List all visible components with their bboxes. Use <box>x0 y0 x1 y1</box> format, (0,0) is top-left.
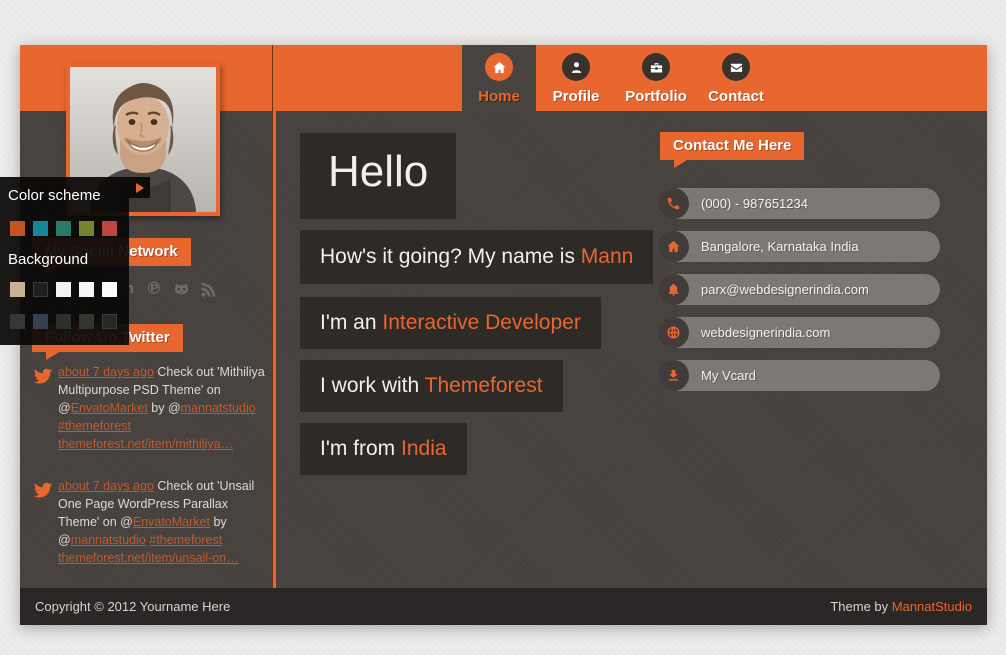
accent-text: Interactive Developer <box>382 311 580 334</box>
home-icon <box>658 231 689 262</box>
nav-item-label: Home <box>478 88 520 105</box>
hero-work: I work with Themeforest <box>300 360 563 412</box>
theme-by-text: Theme by <box>830 599 891 614</box>
tweet-item: about 7 days ago Check out 'Unsail One P… <box>32 477 280 567</box>
contact-item-text: Bangalore, Karnataka India <box>701 239 859 254</box>
background-swatch[interactable] <box>33 282 48 297</box>
contact-section-title: Contact Me Here <box>660 132 804 160</box>
contact-item-text: My Vcard <box>701 368 756 383</box>
contact-item-bell[interactable]: parx@webdesignerindia.com <box>658 274 940 305</box>
theme-author-link[interactable]: MannatStudio <box>892 599 972 614</box>
briefcase-icon <box>642 53 670 81</box>
nav-item-profile[interactable]: Profile <box>536 45 616 111</box>
hero-intro: How's it going? My name is Mann <box>300 230 653 284</box>
background-swatch[interactable] <box>79 282 94 297</box>
tweet-link[interactable]: #themeforest <box>58 419 131 433</box>
plain-text: I work with <box>320 374 425 397</box>
download-icon <box>658 360 689 391</box>
person-icon <box>562 53 590 81</box>
tweet-link[interactable]: about 7 days ago <box>58 479 154 493</box>
home-icon <box>485 53 513 81</box>
main-container: HomeProfilePortfolioContact My Social Ne… <box>20 45 987 625</box>
copyright-text: Copyright © 2012 Yourname Here <box>35 599 230 614</box>
color-scheme-panel: Color scheme Background <box>0 177 129 345</box>
tweet-text: about 7 days ago Check out 'Mithiliya Mu… <box>58 363 272 453</box>
background-title: Background <box>8 251 121 268</box>
background-swatch[interactable] <box>102 314 117 329</box>
color-scheme-title: Color scheme <box>8 187 121 204</box>
plain-text: How's it going? My name is <box>320 245 581 268</box>
footer: Copyright © 2012 Yourname Here Theme by … <box>20 588 987 625</box>
hero-role: I'm an Interactive Developer <box>300 297 601 349</box>
nav-item-portfolio[interactable]: Portfolio <box>616 45 696 111</box>
nav-item-contact[interactable]: Contact <box>696 45 776 111</box>
tweet-item: about 7 days ago Check out 'Mithiliya Mu… <box>32 363 280 453</box>
tweet-text: about 7 days ago Check out 'Unsail One P… <box>58 477 272 567</box>
panel-toggle-arrow-icon[interactable] <box>129 177 150 198</box>
tweet-link[interactable]: mannatstudio <box>181 401 256 415</box>
background-swatch[interactable] <box>10 314 25 329</box>
nav-item-label: Profile <box>553 88 600 105</box>
background-swatch[interactable] <box>56 314 71 329</box>
nav-item-home[interactable]: Home <box>462 45 536 111</box>
globe-icon <box>658 317 689 348</box>
background-swatches-row1 <box>10 282 121 297</box>
twitter-bird-icon <box>32 479 56 506</box>
plain-text: I'm from <box>320 437 401 460</box>
contact-item-download[interactable]: My Vcard <box>658 360 940 391</box>
rss-icon[interactable] <box>198 278 218 300</box>
contact-item-globe[interactable]: webdesignerindia.com <box>658 317 940 348</box>
plain-text: I'm an <box>320 311 382 334</box>
contact-item-phone[interactable]: (000) - 987651234 <box>658 188 940 219</box>
contact-item-text: (000) - 987651234 <box>701 196 808 211</box>
color-swatch[interactable] <box>33 221 48 236</box>
phone-icon <box>658 188 689 219</box>
tweet-link[interactable]: #themeforest <box>149 533 222 547</box>
envelope-icon <box>722 53 750 81</box>
plain-text: by @ <box>148 401 181 415</box>
color-swatch[interactable] <box>10 221 25 236</box>
hero-location: I'm from India <box>300 423 467 475</box>
accent-text: Themeforest <box>425 374 543 397</box>
pinterest-icon[interactable]: ℗ <box>144 278 164 300</box>
accent-text: Mann <box>581 245 634 268</box>
tweet-link[interactable]: themeforest.net/item/mithiliya… <box>58 437 233 451</box>
background-swatches-row2 <box>10 314 121 329</box>
nav-item-label: Contact <box>708 88 764 105</box>
github-icon[interactable] <box>171 278 191 300</box>
color-swatch[interactable] <box>79 221 94 236</box>
tweet-link[interactable]: EnvatoMarket <box>133 515 210 529</box>
contact-item-text: webdesignerindia.com <box>701 325 830 340</box>
background-swatch[interactable] <box>56 282 71 297</box>
color-swatch[interactable] <box>102 221 117 236</box>
theme-credit: Theme by MannatStudio <box>830 599 972 614</box>
hero-hello: Hello <box>300 133 456 219</box>
color-swatch[interactable] <box>56 221 71 236</box>
accent-text: India <box>401 437 447 460</box>
twitter-bird-icon <box>32 365 56 392</box>
tweet-link[interactable]: themeforest.net/item/unsail-on… <box>58 551 239 565</box>
background-swatch[interactable] <box>79 314 94 329</box>
contact-item-text: parx@webdesignerindia.com <box>701 282 869 297</box>
scheme-swatches <box>10 221 121 236</box>
contact-item-home[interactable]: Bangalore, Karnataka India <box>658 231 940 262</box>
background-swatch[interactable] <box>102 282 117 297</box>
main-nav: Home Profile Portfolio Contact <box>462 45 776 111</box>
tweet-link[interactable]: about 7 days ago <box>58 365 154 379</box>
bell-icon <box>658 274 689 305</box>
background-swatch[interactable] <box>10 282 25 297</box>
tweet-link[interactable]: mannatstudio <box>71 533 146 547</box>
plain-text: Hello <box>328 147 428 196</box>
background-swatch[interactable] <box>33 314 48 329</box>
tweet-link[interactable]: EnvatoMarket <box>71 401 148 415</box>
nav-item-label: Portfolio <box>625 88 687 105</box>
